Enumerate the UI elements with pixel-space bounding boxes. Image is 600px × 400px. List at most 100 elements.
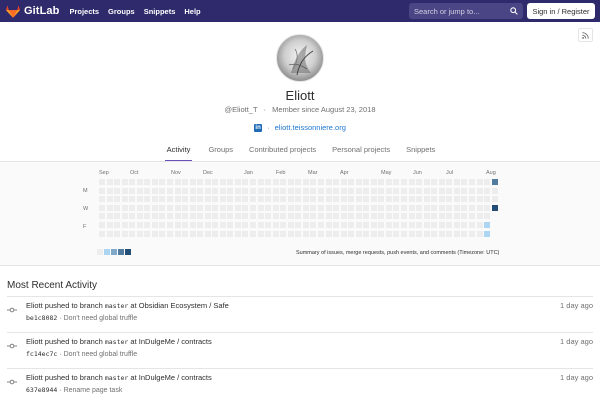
calendar-day-cell[interactable] xyxy=(348,179,355,185)
calendar-day-cell[interactable] xyxy=(385,187,392,194)
calendar-day-cell[interactable] xyxy=(174,230,181,237)
calendar-day-cell[interactable] xyxy=(393,213,400,220)
calendar-day-cell[interactable] xyxy=(114,204,121,211)
calendar-day-cell[interactable] xyxy=(197,196,204,203)
calendar-day-cell[interactable] xyxy=(431,187,438,194)
calendar-day-cell[interactable] xyxy=(182,213,189,220)
calendar-day-cell[interactable] xyxy=(302,179,309,185)
calendar-day-cell[interactable] xyxy=(159,222,166,228)
event-project[interactable]: InDulgeMe / contracts xyxy=(139,373,212,382)
calendar-day-cell[interactable] xyxy=(227,222,234,228)
calendar-day-cell[interactable] xyxy=(333,196,340,203)
calendar-day-cell[interactable] xyxy=(106,187,113,194)
calendar-day-cell[interactable] xyxy=(250,222,256,228)
calendar-day-cell[interactable] xyxy=(219,187,226,194)
calendar-day-cell[interactable] xyxy=(348,196,355,203)
calendar-day-cell[interactable] xyxy=(287,222,294,228)
calendar-day-cell[interactable] xyxy=(265,222,272,228)
calendar-day-cell[interactable] xyxy=(212,222,219,228)
calendar-day-cell[interactable] xyxy=(250,213,256,220)
calendar-day-cell[interactable] xyxy=(242,213,249,220)
calendar-day-cell[interactable] xyxy=(431,179,438,185)
calendar-day-cell[interactable] xyxy=(385,204,392,211)
calendar-day-cell[interactable] xyxy=(257,222,264,228)
calendar-day-cell[interactable] xyxy=(182,222,189,228)
calendar-day-cell[interactable] xyxy=(461,230,468,237)
calendar-day-cell[interactable] xyxy=(166,230,173,237)
calendar-day-cell[interactable] xyxy=(136,213,143,220)
calendar-day-cell[interactable] xyxy=(159,213,166,220)
calendar-day-cell[interactable] xyxy=(212,204,219,211)
calendar-day-cell[interactable] xyxy=(287,204,294,211)
nav-projects[interactable]: Projects xyxy=(69,7,99,16)
calendar-day-cell[interactable] xyxy=(166,204,173,211)
calendar-day-cell[interactable] xyxy=(212,213,219,220)
calendar-day-cell[interactable] xyxy=(491,179,498,185)
calendar-day-cell[interactable] xyxy=(484,213,491,220)
calendar-day-cell[interactable] xyxy=(393,179,400,185)
calendar-day-cell[interactable] xyxy=(99,213,105,220)
calendar-day-cell[interactable] xyxy=(317,230,324,237)
calendar-day-cell[interactable] xyxy=(438,179,445,185)
calendar-day-cell[interactable] xyxy=(431,213,438,220)
calendar-day-cell[interactable] xyxy=(114,222,121,228)
calendar-day-cell[interactable] xyxy=(325,187,332,194)
calendar-day-cell[interactable] xyxy=(182,230,189,237)
calendar-day-cell[interactable] xyxy=(182,187,189,194)
calendar-day-cell[interactable] xyxy=(280,230,287,237)
calendar-day-cell[interactable] xyxy=(476,222,483,228)
calendar-day-cell[interactable] xyxy=(423,222,430,228)
event-branch[interactable]: master xyxy=(105,302,128,310)
calendar-day-cell[interactable] xyxy=(114,187,121,194)
calendar-day-cell[interactable] xyxy=(257,213,264,220)
calendar-day-cell[interactable] xyxy=(468,196,475,203)
calendar-day-cell[interactable] xyxy=(287,196,294,203)
calendar-day-cell[interactable] xyxy=(468,204,475,211)
calendar-day-cell[interactable] xyxy=(370,213,377,220)
commit-sha[interactable]: fc14ec7c xyxy=(26,350,57,358)
calendar-day-cell[interactable] xyxy=(280,204,287,211)
calendar-day-cell[interactable] xyxy=(378,196,385,203)
calendar-day-cell[interactable] xyxy=(484,222,491,228)
calendar-day-cell[interactable] xyxy=(227,213,234,220)
calendar-day-cell[interactable] xyxy=(250,187,256,194)
calendar-day-cell[interactable] xyxy=(348,222,355,228)
linkedin-icon[interactable]: in xyxy=(254,123,263,132)
calendar-day-cell[interactable] xyxy=(166,196,173,203)
calendar-day-cell[interactable] xyxy=(484,230,491,237)
calendar-day-cell[interactable] xyxy=(446,196,453,203)
event-author[interactable]: Eliott xyxy=(26,373,43,382)
calendar-day-cell[interactable] xyxy=(355,196,362,203)
calendar-day-cell[interactable] xyxy=(219,179,226,185)
calendar-day-cell[interactable] xyxy=(355,230,362,237)
calendar-day-cell[interactable] xyxy=(355,222,362,228)
calendar-day-cell[interactable] xyxy=(393,196,400,203)
calendar-day-cell[interactable] xyxy=(234,187,241,194)
calendar-day-cell[interactable] xyxy=(204,196,211,203)
calendar-day-cell[interactable] xyxy=(99,187,105,194)
calendar-day-cell[interactable] xyxy=(438,204,445,211)
calendar-day-cell[interactable] xyxy=(106,213,113,220)
calendar-day-cell[interactable] xyxy=(370,179,377,185)
calendar-day-cell[interactable] xyxy=(197,230,204,237)
calendar-day-cell[interactable] xyxy=(166,213,173,220)
calendar-day-cell[interactable] xyxy=(159,204,166,211)
calendar-day-cell[interactable] xyxy=(99,179,105,185)
calendar-day-cell[interactable] xyxy=(401,179,407,185)
calendar-day-cell[interactable] xyxy=(174,196,181,203)
calendar-day-cell[interactable] xyxy=(317,222,324,228)
calendar-day-cell[interactable] xyxy=(144,196,151,203)
calendar-day-cell[interactable] xyxy=(461,213,468,220)
calendar-day-cell[interactable] xyxy=(363,230,370,237)
tab-activity[interactable]: Activity xyxy=(164,140,193,162)
calendar-day-cell[interactable] xyxy=(114,196,121,203)
calendar-day-cell[interactable] xyxy=(189,196,196,203)
calendar-day-cell[interactable] xyxy=(189,213,196,220)
calendar-day-cell[interactable] xyxy=(416,204,423,211)
event-author[interactable]: Eliott xyxy=(26,301,43,310)
calendar-day-cell[interactable] xyxy=(106,204,113,211)
calendar-day-cell[interactable] xyxy=(129,213,136,220)
calendar-day-cell[interactable] xyxy=(121,213,128,220)
calendar-day-cell[interactable] xyxy=(257,204,264,211)
calendar-day-cell[interactable] xyxy=(234,213,241,220)
